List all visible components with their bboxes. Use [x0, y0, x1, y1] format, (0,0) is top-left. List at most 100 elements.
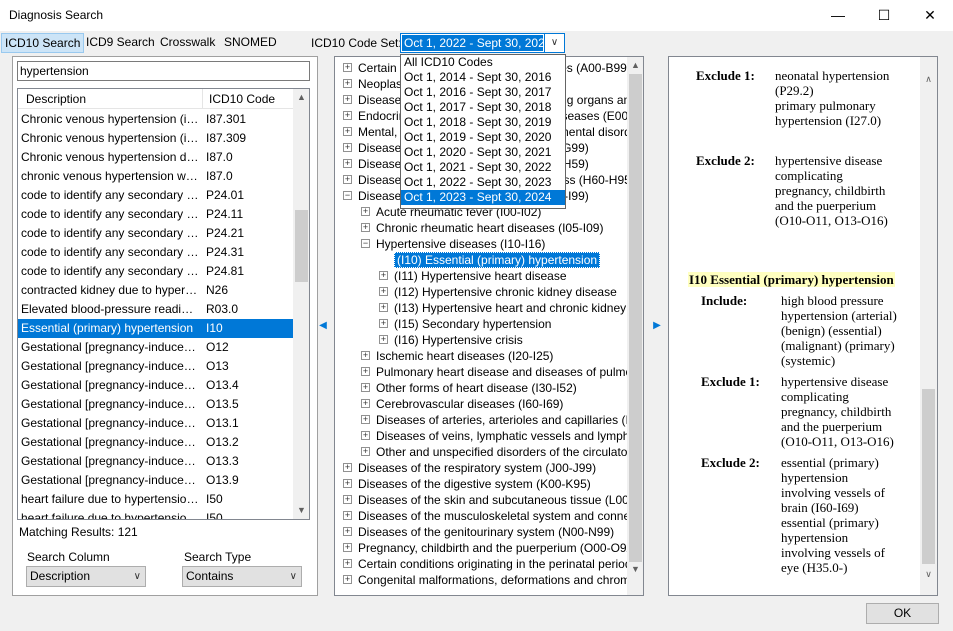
chevron-down-icon[interactable]: ∨ [544, 34, 564, 52]
table-row[interactable]: Gestational [pregnancy-induced] hy... O13… [18, 452, 293, 471]
expand-icon[interactable]: + [361, 383, 370, 392]
search-column-select[interactable]: Description ∨ [26, 566, 146, 587]
tree-node[interactable]: Congenital malformations, deformations a… [358, 572, 643, 588]
table-row[interactable]: heart failure due to hypertension wit...… [18, 509, 293, 519]
expand-icon[interactable]: + [343, 495, 352, 504]
expand-icon[interactable]: + [361, 207, 370, 216]
tree-node[interactable]: Other and unspecified disorders of the c… [376, 444, 643, 460]
tree-node[interactable]: Other forms of heart disease (I30-I52) [376, 380, 577, 396]
search-type-select[interactable]: Contains ∨ [182, 566, 302, 587]
table-row[interactable]: Gestational [pregnancy-induced] hy... O13… [18, 376, 293, 395]
expand-icon[interactable]: + [343, 63, 352, 72]
tree-node[interactable]: Diseases of the digestive system (K00-K9… [358, 476, 591, 492]
expand-icon[interactable]: + [343, 559, 352, 568]
expand-icon[interactable]: + [343, 543, 352, 552]
expand-icon[interactable]: + [343, 175, 352, 184]
tree-node[interactable]: Hypertensive diseases (I10-I16) [376, 236, 545, 252]
table-row[interactable]: Elevated blood-pressure reading, wi... R0… [18, 300, 293, 319]
expand-icon[interactable]: + [343, 127, 352, 136]
chevron-down-icon[interactable]: ∨ [920, 566, 937, 583]
scroll-up-icon[interactable]: ▲ [627, 57, 643, 74]
close-button[interactable]: ✕ [907, 0, 953, 31]
list-scrollbar[interactable]: ▲ ▼ [293, 89, 309, 519]
table-row[interactable]: Chronic venous hypertension (idiop... I87… [18, 110, 293, 129]
tree-node[interactable]: Chronic rheumatic heart diseases (I05-I0… [376, 220, 603, 236]
dropdown-option[interactable]: Oct 1, 2018 - Sept 30, 2019 [401, 115, 565, 130]
expand-icon[interactable]: + [361, 415, 370, 424]
dropdown-option[interactable]: Oct 1, 2014 - Sept 30, 2016 [401, 70, 565, 85]
tab-icd10-search[interactable]: ICD10 Search [1, 33, 85, 53]
ok-button[interactable]: OK [866, 603, 939, 624]
tree-node[interactable]: Diseases of the respiratory system (J00-… [358, 460, 596, 476]
scroll-thumb[interactable] [922, 389, 935, 564]
tree-node[interactable]: (I15) Secondary hypertension [394, 316, 551, 332]
table-row[interactable]: Gestational [pregnancy-induced] hy... O13… [18, 433, 293, 452]
dropdown-option[interactable]: All ICD10 Codes [401, 55, 565, 70]
tree-node[interactable]: (I12) Hypertensive chronic kidney diseas… [394, 284, 617, 300]
table-row[interactable]: code to identify any secondary pul... P24… [18, 243, 293, 262]
tree-node[interactable]: Cerebrovascular diseases (I60-I69) [376, 396, 563, 412]
tree-node[interactable]: Diseases of the musculoskeletal system a… [358, 508, 643, 524]
expand-icon[interactable]: + [379, 335, 388, 344]
collapse-icon[interactable]: − [343, 191, 352, 200]
collapse-left-icon[interactable]: ◀ [318, 320, 328, 334]
search-input[interactable]: hypertension [17, 61, 310, 81]
expand-icon[interactable]: + [343, 463, 352, 472]
tree-node[interactable]: Certain conditions originating in the pe… [358, 556, 643, 572]
table-row[interactable]: Gestational [pregnancy-induced] hy... O13 [18, 357, 293, 376]
dropdown-option[interactable]: Oct 1, 2020 - Sept 30, 2021 [401, 145, 565, 160]
expand-icon[interactable]: + [343, 511, 352, 520]
expand-icon[interactable]: + [343, 527, 352, 536]
expand-icon[interactable]: + [379, 271, 388, 280]
scroll-down-icon[interactable]: ▼ [293, 502, 309, 519]
table-row[interactable]: code to identify any secondary pul... P24… [18, 186, 293, 205]
expand-icon[interactable]: + [361, 351, 370, 360]
maximize-button[interactable]: ☐ [861, 0, 907, 31]
minimize-button[interactable]: — [815, 0, 861, 31]
tree-node[interactable]: (I10) Essential (primary) hypertension [394, 252, 601, 268]
expand-icon[interactable]: + [343, 159, 352, 168]
chevron-up-icon[interactable]: ∧ [920, 71, 937, 88]
column-header-description[interactable]: Description [18, 89, 203, 109]
dropdown-option[interactable]: Oct 1, 2021 - Sept 30, 2022 [401, 160, 565, 175]
scroll-thumb[interactable] [629, 74, 642, 562]
tree-node[interactable]: Diseases of arteries, arterioles and cap… [376, 412, 643, 428]
expand-icon[interactable]: + [379, 287, 388, 296]
expand-icon[interactable]: + [379, 303, 388, 312]
expand-icon[interactable]: + [361, 367, 370, 376]
table-row[interactable]: contracted kidney due to hypertens... N26 [18, 281, 293, 300]
expand-icon[interactable]: + [361, 447, 370, 456]
dropdown-option[interactable]: Oct 1, 2017 - Sept 30, 2018 [401, 100, 565, 115]
table-row[interactable]: code to identify any secondary pul... P24… [18, 262, 293, 281]
table-row[interactable]: Gestational [pregnancy-induced] ed... O12 [18, 338, 293, 357]
tab-icd9-search[interactable]: ICD9 Search [83, 33, 158, 53]
table-row[interactable]: Gestational [pregnancy-induced] hy... O13… [18, 395, 293, 414]
tree-node[interactable]: Ischemic heart diseases (I20-I25) [376, 348, 553, 364]
collapse-right-icon[interactable]: ▶ [652, 320, 662, 334]
scroll-down-icon[interactable]: ▼ [627, 561, 643, 578]
table-row[interactable]: heart failure due to hypertension (I1...… [18, 490, 293, 509]
expand-icon[interactable]: + [343, 143, 352, 152]
tree-node[interactable]: (I13) Hypertensive heart and chronic kid… [394, 300, 643, 316]
dropdown-option[interactable]: Oct 1, 2022 - Sept 30, 2023 [401, 175, 565, 190]
column-header-code[interactable]: ICD10 Code [204, 89, 294, 109]
expand-icon[interactable]: + [343, 95, 352, 104]
tree-node[interactable]: (I16) Hypertensive crisis [394, 332, 523, 348]
expand-icon[interactable]: + [361, 223, 370, 232]
tree-scrollbar[interactable]: ▲ ▼ [627, 57, 643, 595]
tree-node[interactable]: Pregnancy, childbirth and the puerperium… [358, 540, 639, 556]
dropdown-option[interactable]: Oct 1, 2023 - Sept 30, 2024 [401, 190, 565, 205]
table-row[interactable]: Gestational [pregnancy-induced] hy... O13… [18, 414, 293, 433]
code-set-combo[interactable]: Oct 1, 2022 - Sept 30, 2023 ∨ [400, 33, 565, 53]
detail-scrollbar[interactable]: ∧ ∨ [920, 57, 937, 595]
table-row[interactable]: Essential (primary) hypertension I10 [18, 319, 293, 338]
dropdown-option[interactable]: Oct 1, 2016 - Sept 30, 2017 [401, 85, 565, 100]
expand-icon[interactable]: + [343, 575, 352, 584]
tree-node[interactable]: Pulmonary heart disease and diseases of … [376, 364, 643, 380]
tab-crosswalk[interactable]: Crosswalk [157, 33, 218, 53]
expand-icon[interactable]: + [343, 111, 352, 120]
tree-node[interactable]: Diseases of the skin and subcutaneous ti… [358, 492, 643, 508]
table-row[interactable]: Chronic venous hypertension (idiop... I87… [18, 129, 293, 148]
expand-icon[interactable]: + [361, 431, 370, 440]
expand-icon[interactable]: + [343, 79, 352, 88]
